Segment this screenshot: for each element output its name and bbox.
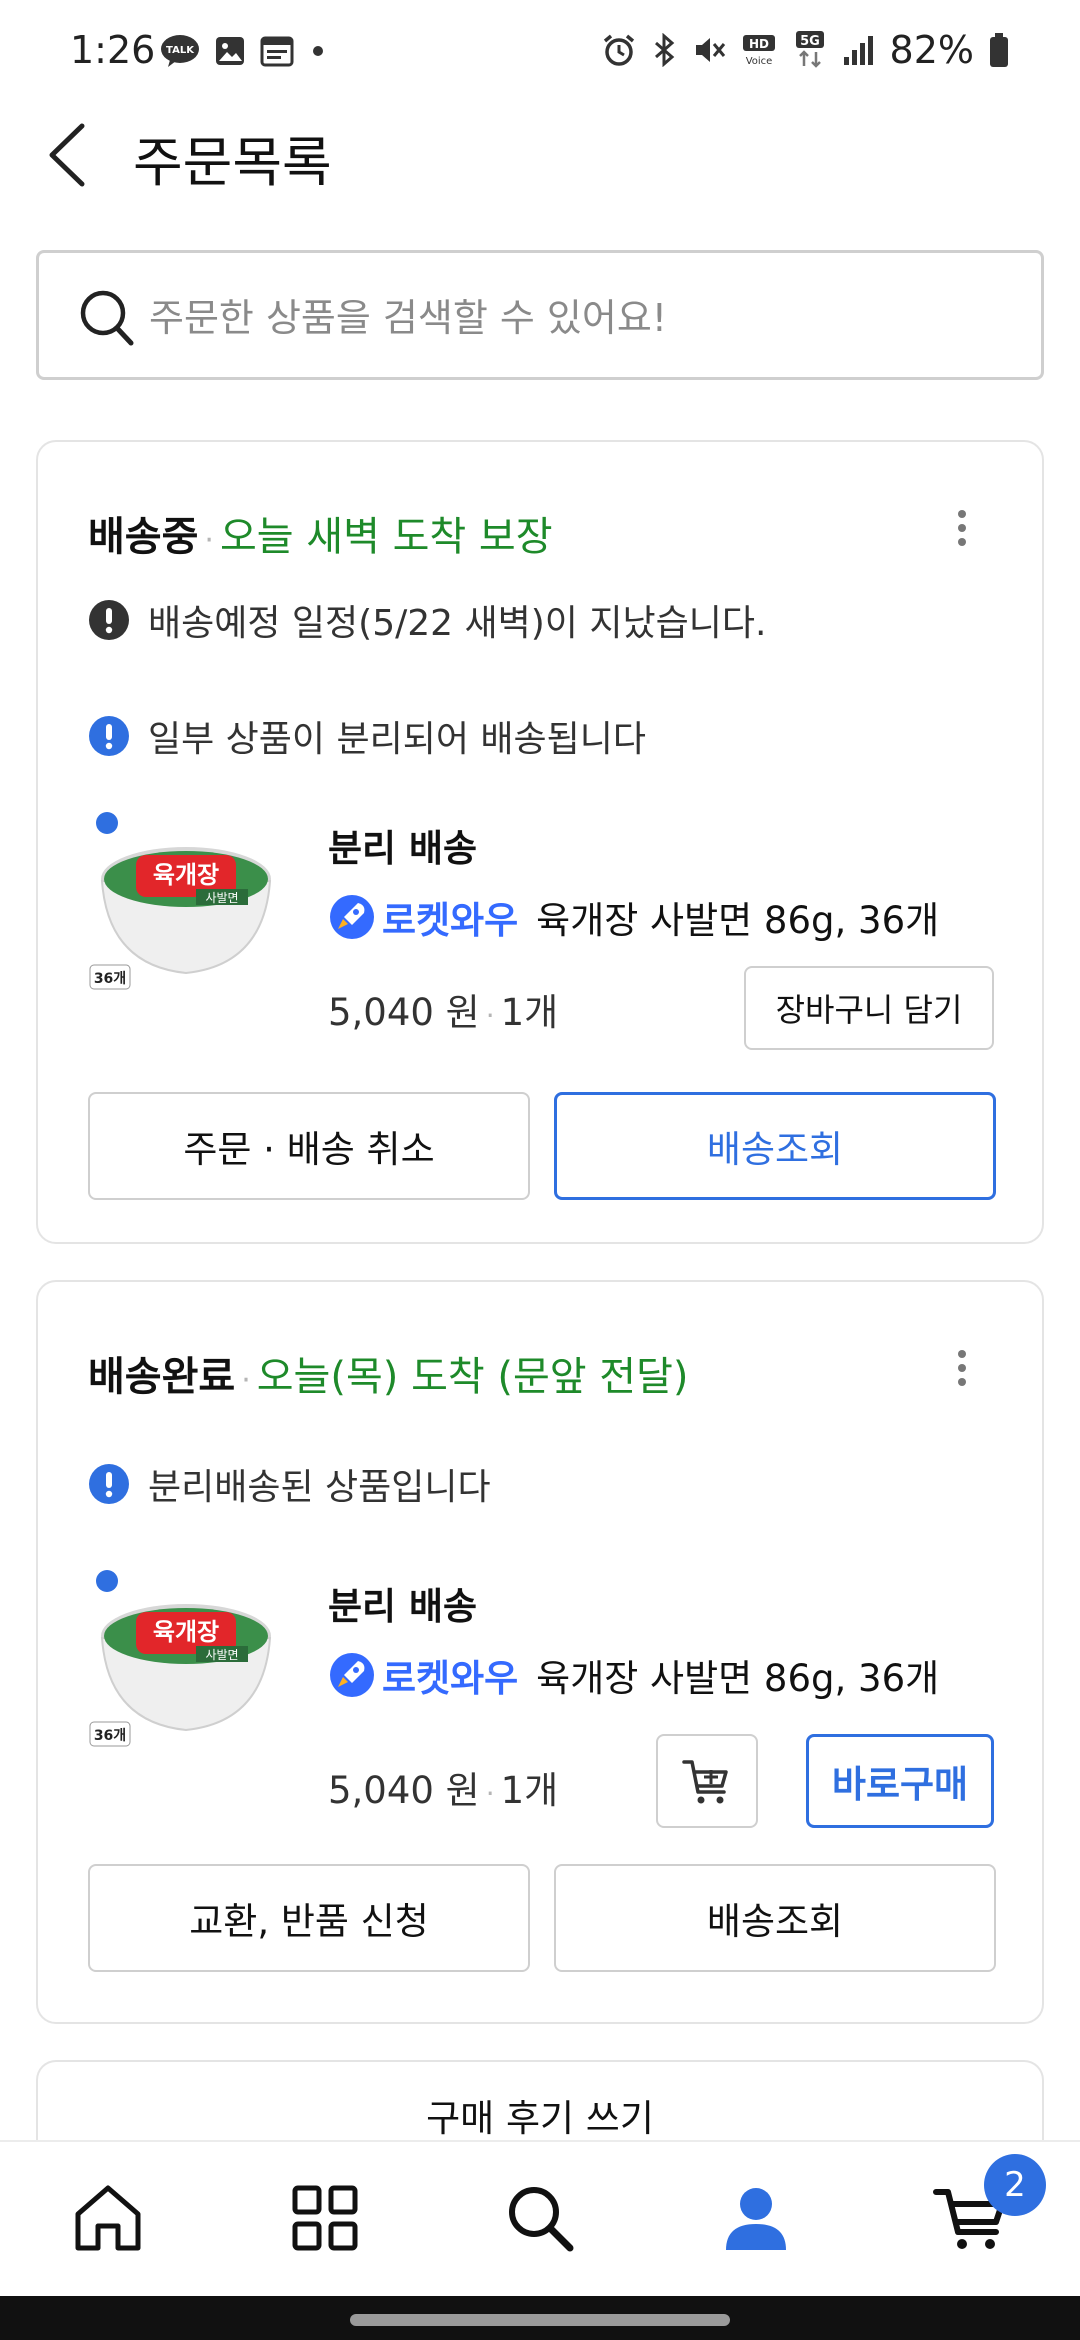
status-bar: 1:26 TALK HD Voice 5G 82% (0, 0, 1080, 100)
home-icon[interactable] (68, 2178, 148, 2258)
svg-text:사발면: 사발면 (205, 891, 238, 905)
price: 5,040 원 (328, 1769, 480, 1812)
more-options-icon[interactable] (952, 504, 972, 564)
svg-text:육개장: 육개장 (153, 861, 219, 889)
cancel-order-button[interactable]: 주문 · 배송 취소 (88, 1092, 530, 1200)
page-title: 주문목록 (133, 131, 332, 194)
rocket-icon (330, 895, 374, 939)
product-thumbnail[interactable]: 육개장 사발면 36개 (86, 817, 296, 1007)
bottom-navigation (0, 2140, 1080, 2296)
system-icons: HD Voice 5G 82% (602, 28, 1010, 72)
status-label: 배송완료 (88, 1354, 236, 1400)
app-header: 주문목록 (0, 100, 1080, 210)
product-line[interactable]: 로켓와우 육개장 사발면 86g, 36개 (328, 890, 939, 944)
notice-text: 일부 상품이 분리되어 배송됩니다 (148, 719, 647, 760)
search-icon (80, 290, 134, 346)
category-icon[interactable] (285, 2178, 365, 2258)
split-shipping-notice: 일부 상품이 분리되어 배송됩니다 (88, 710, 646, 762)
home-gesture-handle[interactable] (350, 2314, 730, 2326)
product-name: 육개장 사발면 86g, 36개 (536, 899, 940, 942)
split-shipping-notice: 분리배송된 상품입니다 (88, 1458, 491, 1510)
add-to-cart-button[interactable] (656, 1734, 758, 1828)
back-arrow-icon[interactable] (40, 120, 100, 190)
svg-text:36개: 36개 (94, 1728, 126, 1744)
rocket-icon (330, 1653, 374, 1697)
rocket-wow-badge: 로켓와우 (328, 1648, 518, 1702)
battery-icon (990, 33, 1008, 67)
search-icon[interactable] (500, 2178, 580, 2258)
info-icon (89, 716, 129, 756)
rocket-wow-label: 로켓와우 (382, 1657, 519, 1700)
notification-icons: TALK (160, 34, 328, 68)
price-separator: · (485, 999, 495, 1032)
write-review-button[interactable]: 구매 후기 쓰기 (38, 2088, 1042, 2142)
warning-text: 배송예정 일정(5/22 새벽)이 지났습니다. (148, 603, 767, 644)
signal-icon (843, 36, 873, 65)
item-title: 분리 배송 (328, 827, 478, 870)
status-separator: · (241, 1363, 251, 1398)
status-detail: 오늘 새벽 도착 보장 (219, 514, 553, 560)
order-card: 배송중 · 오늘 새벽 도착 보장 배송예정 일정(5/22 새벽)이 지났습니다.… (36, 440, 1044, 1244)
cart-plus-icon (682, 1760, 728, 1804)
cart-count-badge: 2 (984, 2154, 1046, 2216)
quantity: 1개 (500, 1769, 559, 1812)
order-search-box[interactable] (36, 250, 1044, 380)
product-thumbnail[interactable]: 육개장 사발면 36개 (86, 1574, 296, 1764)
track-delivery-button[interactable]: 배송조회 (554, 1092, 996, 1200)
5g-icon: 5G (795, 31, 824, 68)
hd-voice-icon: HD Voice (742, 35, 775, 67)
add-to-cart-button[interactable]: 장바구니 담기 (744, 966, 994, 1050)
product-line[interactable]: 로켓와우 육개장 사발면 86g, 36개 (328, 1648, 939, 1702)
svg-text:HD: HD (749, 37, 769, 51)
svg-text:사발면: 사발면 (205, 1648, 238, 1662)
price: 5,040 원 (328, 991, 480, 1034)
mute-icon (695, 38, 725, 62)
svg-text:TALK: TALK (166, 45, 195, 56)
delay-warning: 배송예정 일정(5/22 새벽)이 지났습니다. (88, 594, 766, 646)
alarm-icon (603, 34, 634, 66)
status-separator: · (204, 523, 214, 558)
notice-text: 분리배송된 상품입니다 (148, 1467, 491, 1508)
calendar-icon (260, 36, 294, 67)
price-separator: · (485, 1777, 495, 1810)
product-name: 육개장 사발면 86g, 36개 (536, 1657, 940, 1700)
info-icon (89, 1464, 129, 1504)
rocket-wow-label: 로켓와우 (382, 899, 519, 942)
bluetooth-icon (654, 33, 674, 67)
more-options-icon[interactable] (952, 1344, 972, 1404)
search-input[interactable] (149, 283, 1009, 353)
gallery-icon (216, 37, 244, 65)
price-quantity: 5,040 원 · 1개 (328, 1760, 558, 1814)
order-card: 배송완료 · 오늘(목) 도착 (문앞 전달) 분리배송된 상품입니다 육개장 사발… (36, 1280, 1044, 2024)
quantity: 1개 (500, 991, 559, 1034)
battery-percent: 82% (889, 28, 974, 72)
order-status: 배송중 · 오늘 새벽 도착 보장 (88, 504, 553, 562)
price-quantity: 5,040 원 · 1개 (328, 982, 558, 1036)
status-label: 배송중 (88, 514, 199, 560)
buy-now-button[interactable]: 바로구매 (806, 1734, 994, 1828)
svg-text:Voice: Voice (745, 56, 772, 67)
talk-icon: TALK (161, 35, 199, 67)
dot-icon (313, 46, 323, 56)
status-detail: 오늘(목) 도착 (문앞 전달) (256, 1354, 689, 1400)
order-status: 배송완료 · 오늘(목) 도착 (문앞 전달) (88, 1344, 689, 1402)
item-title: 분리 배송 (328, 1585, 478, 1628)
status-time: 1:26 (70, 28, 156, 72)
svg-text:육개장: 육개장 (153, 1618, 219, 1646)
track-delivery-button[interactable]: 배송조회 (554, 1864, 996, 1972)
exchange-return-button[interactable]: 교환, 반품 신청 (88, 1864, 530, 1972)
svg-text:36개: 36개 (94, 971, 126, 987)
rocket-wow-badge: 로켓와우 (328, 890, 518, 944)
svg-text:5G: 5G (800, 34, 820, 49)
my-page-icon[interactable] (716, 2178, 796, 2258)
exclamation-icon (89, 600, 129, 640)
